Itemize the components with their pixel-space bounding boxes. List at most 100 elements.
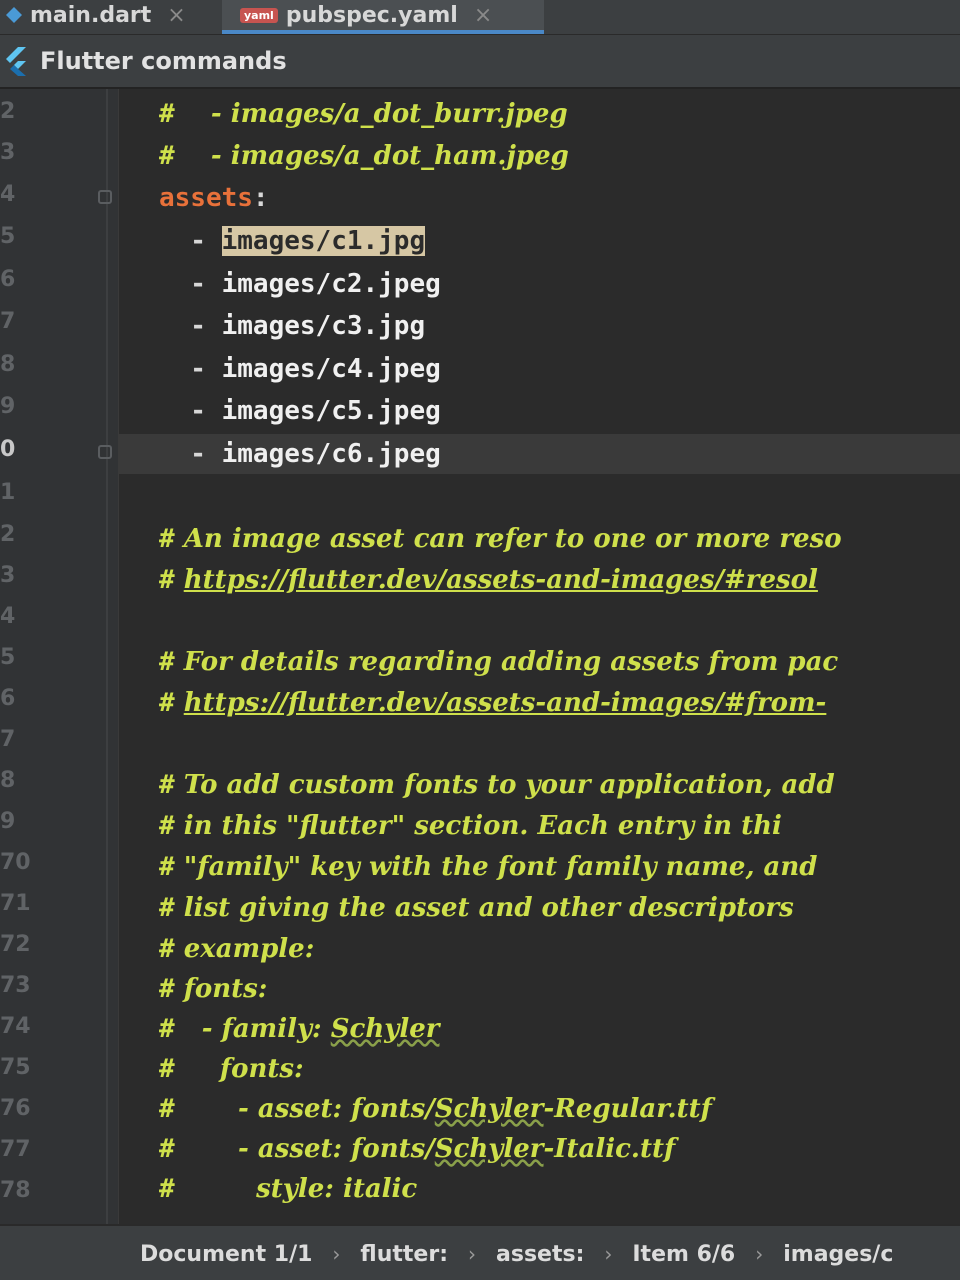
yaml-key-assets: assets: — [159, 183, 269, 213]
yaml-comment: # style: italic — [159, 1174, 418, 1204]
line-number: 76 — [0, 1096, 31, 1121]
breadcrumb-assets[interactable]: assets: — [496, 1242, 584, 1267]
code-line: # in this "flutter" section. Each entry … — [119, 806, 960, 846]
yaml-comment: # - images/a_dot_ham.jpeg — [159, 141, 569, 171]
yaml-comment: # https://flutter.dev/assets-and-images/… — [159, 688, 827, 718]
line-number: 4 — [0, 604, 16, 629]
asset-item: - images/c3.jpg — [159, 311, 426, 341]
yaml-comment: # example: — [159, 934, 315, 964]
yaml-comment: # - family: Schyler — [159, 1014, 440, 1044]
line-number: 8 — [0, 768, 16, 793]
yaml-comment: # - asset: fonts/Schyler-Regular.ttf — [159, 1094, 712, 1124]
chevron-right-icon: › — [468, 1242, 476, 1266]
line-number: 1 — [0, 480, 16, 505]
docs-link[interactable]: https://flutter.dev/assets-and-images/#r… — [184, 565, 818, 595]
code-line: # style: italic — [119, 1169, 960, 1209]
breadcrumb-value[interactable]: images/c — [783, 1242, 893, 1267]
dart-file-icon — [4, 5, 24, 25]
line-number: 75 — [0, 1055, 31, 1080]
ide-window: main.dart × yaml pubspec.yaml × Flutter … — [0, 0, 960, 1280]
line-number: 7 — [0, 309, 16, 334]
close-icon[interactable]: × — [474, 3, 492, 28]
line-number: 72 — [0, 932, 31, 957]
flutter-commands-title[interactable]: Flutter commands — [40, 47, 287, 75]
fold-toggle-icon[interactable] — [98, 445, 112, 459]
line-number: 9 — [0, 809, 16, 834]
line-number: 78 — [0, 1178, 31, 1203]
line-number: 3 — [0, 140, 16, 165]
code-line: - images/c1.jpg — [119, 221, 960, 261]
line-number: 6 — [0, 267, 16, 292]
line-number: 5 — [0, 224, 16, 249]
yaml-comment: # https://flutter.dev/assets-and-images/… — [159, 565, 818, 595]
line-number: 9 — [0, 394, 16, 419]
spelling-warning: Schyler — [434, 1134, 544, 1164]
breadcrumb-flutter[interactable]: flutter: — [360, 1242, 448, 1267]
fold-guide — [106, 89, 108, 1224]
code-line: - images/c5.jpeg — [119, 391, 960, 431]
code-line: # - family: Schyler — [119, 1009, 960, 1049]
yaml-comment: # - asset: fonts/Schyler-Italic.ttf — [159, 1134, 676, 1164]
line-number: 71 — [0, 891, 31, 916]
chevron-right-icon: › — [332, 1242, 341, 1266]
selected-text: images/c1.jpg — [221, 226, 426, 256]
breadcrumb-item[interactable]: Item 6/6 — [632, 1242, 735, 1267]
docs-link[interactable]: https://flutter.dev/assets-and-images/#f… — [184, 688, 827, 718]
code-line: # fonts: — [119, 969, 960, 1009]
yaml-file-icon: yaml — [240, 7, 278, 23]
tab-main-dart[interactable]: main.dart × — [0, 0, 210, 30]
line-number: 4 — [0, 182, 16, 207]
breadcrumb-document[interactable]: Document 1/1 — [140, 1242, 312, 1267]
line-number: 70 — [0, 850, 31, 875]
chevron-right-icon: › — [755, 1242, 764, 1266]
tab-pubspec-yaml-label: pubspec.yaml — [285, 2, 458, 28]
line-number: 8 — [0, 352, 16, 377]
code-line: assets: — [119, 178, 960, 218]
code-line-current: - images/c6.jpeg — [119, 434, 960, 474]
chevron-right-icon: › — [604, 1242, 613, 1266]
asset-item: - images/c4.jpeg — [159, 354, 441, 384]
code-line: # - asset: fonts/Schyler-Regular.ttf — [119, 1089, 960, 1129]
line-number: 2 — [0, 99, 16, 124]
flutter-logo-icon — [2, 46, 28, 76]
code-line: # https://flutter.dev/assets-and-images/… — [119, 560, 960, 600]
line-number: 7 — [0, 727, 16, 752]
editor-tab-bar: main.dart × yaml pubspec.yaml × — [0, 0, 960, 35]
code-line: # An image asset can refer to one or mor… — [119, 519, 960, 559]
code-line: # example: — [119, 929, 960, 969]
yaml-comment: # - images/a_dot_burr.jpeg — [159, 99, 568, 129]
code-line: # - images/a_dot_ham.jpeg — [119, 136, 960, 176]
code-line: # - asset: fonts/Schyler-Italic.ttf — [119, 1129, 960, 1169]
line-number: 3 — [0, 563, 16, 588]
yaml-comment: # To add custom fonts to your applicatio… — [159, 770, 835, 800]
line-number: 6 — [0, 686, 16, 711]
yaml-comment: # fonts: — [159, 974, 268, 1004]
breadcrumb-bar: Document 1/1 › flutter: › assets: › Item… — [0, 1224, 960, 1280]
spelling-warning: Schyler — [330, 1014, 440, 1044]
code-line: # fonts: — [119, 1049, 960, 1089]
tab-pubspec-yaml[interactable]: yaml pubspec.yaml × — [222, 0, 544, 34]
line-number: 73 — [0, 973, 31, 998]
yaml-comment: # An image asset can refer to one or mor… — [159, 524, 842, 554]
line-number: 2 — [0, 522, 16, 547]
yaml-comment: # in this "flutter" section. Each entry … — [159, 811, 782, 841]
spelling-warning: Schyler — [434, 1094, 544, 1124]
yaml-comment: # fonts: — [159, 1054, 304, 1084]
code-editor[interactable]: # - images/a_dot_burr.jpeg # - images/a_… — [119, 89, 960, 1224]
asset-item: - images/c2.jpeg — [159, 269, 441, 299]
flutter-commands-bar: Flutter commands — [0, 35, 960, 89]
fold-toggle-icon[interactable] — [98, 190, 112, 204]
yaml-comment: # For details regarding adding assets fr… — [159, 647, 839, 677]
asset-item: - images/c1.jpg — [159, 226, 426, 256]
close-icon[interactable]: × — [167, 3, 185, 28]
code-line: # - images/a_dot_burr.jpeg — [119, 94, 960, 134]
asset-item: - images/c6.jpeg — [159, 439, 441, 469]
code-line: # list giving the asset and other descri… — [119, 888, 960, 928]
code-line: # To add custom fonts to your applicatio… — [119, 765, 960, 805]
code-line: # "family" key with the font family name… — [119, 847, 960, 887]
code-line: - images/c4.jpeg — [119, 349, 960, 389]
code-line: # https://flutter.dev/assets-and-images/… — [119, 683, 960, 723]
yaml-comment: # "family" key with the font family name… — [159, 852, 818, 882]
line-number: 77 — [0, 1137, 31, 1162]
line-number-current: 0 — [0, 437, 16, 462]
